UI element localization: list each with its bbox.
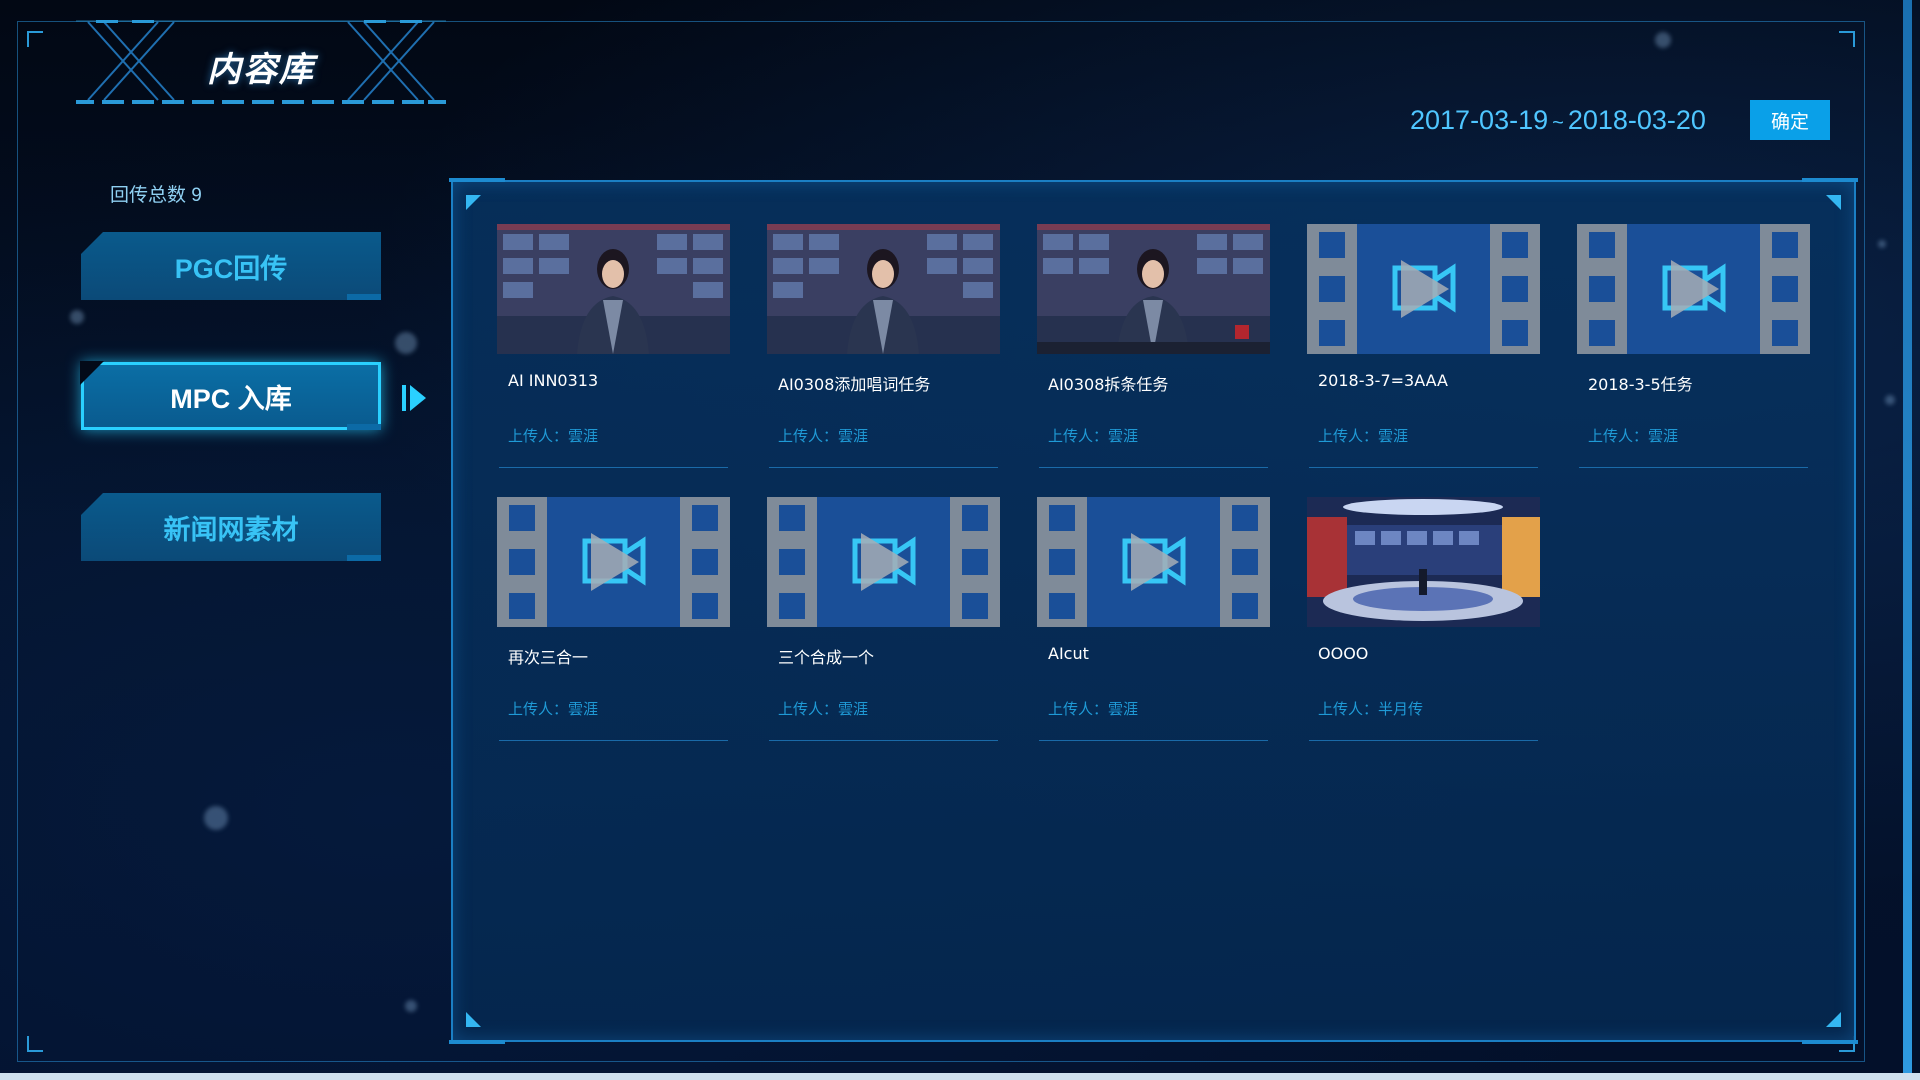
panel-corner-marker	[466, 195, 481, 210]
nav-news-material[interactable]: 新闻网素材	[81, 493, 381, 561]
video-placeholder-icon	[1037, 497, 1270, 627]
content-card[interactable]: AI0308添加唱词任务 上传人：雲涯	[767, 224, 1000, 469]
card-title: 2018-3-5任务	[1588, 375, 1693, 394]
video-placeholder-icon	[497, 497, 730, 627]
thumbnail-image	[1037, 224, 1270, 354]
card-title: AIcut	[1048, 644, 1089, 663]
card-uploader: 上传人：雲涯	[1318, 427, 1409, 445]
bottom-edge	[0, 1073, 1920, 1080]
card-divider	[1309, 467, 1538, 468]
nav-label: MPC 入库	[170, 383, 292, 414]
frame-corner	[27, 1036, 43, 1052]
bg-particle	[1878, 240, 1886, 248]
panel-tab	[449, 1040, 505, 1044]
thumbnail	[1577, 224, 1810, 354]
content-card[interactable]: 2018-3-7=3AAA 上传人：雲涯	[1307, 224, 1540, 469]
card-divider	[1309, 740, 1538, 741]
frame-corner	[1839, 31, 1855, 47]
app-stage: 内容库 2017-03-19 ~2018-03-20 确定 回传总数 9 PGC回…	[0, 0, 1920, 1080]
thumbnail	[1037, 497, 1270, 627]
card-uploader: 上传人：雲涯	[508, 700, 599, 718]
card-uploader: 上传人：雲涯	[1048, 427, 1139, 445]
thumbnail-image	[1307, 497, 1540, 627]
nav-mpc-storage[interactable]: MPC 入库	[81, 362, 381, 430]
card-uploader: 上传人：雲涯	[508, 427, 599, 445]
panel-corner-marker	[1826, 1012, 1841, 1027]
date-start[interactable]: 2017-03-19	[1410, 105, 1548, 135]
video-placeholder-icon	[1577, 224, 1810, 354]
panel-tab	[449, 178, 505, 182]
confirm-button[interactable]: 确定	[1750, 100, 1830, 140]
panel-tab	[1802, 1040, 1858, 1044]
bg-particle	[1885, 395, 1895, 405]
thumbnail	[1307, 224, 1540, 354]
page-title: 内容库	[207, 51, 315, 89]
content-card[interactable]: AI INN0313 上传人：雲涯	[497, 224, 730, 469]
card-uploader: 上传人：雲涯	[1588, 427, 1679, 445]
thumbnail	[497, 224, 730, 354]
card-divider	[1039, 740, 1268, 741]
thumbnail	[1307, 497, 1540, 627]
date-separator: ~	[1552, 112, 1564, 134]
content-card[interactable]: 三个合成一个 上传人：雲涯	[767, 497, 1000, 742]
card-divider	[499, 740, 728, 741]
nav-label: PGC回传	[174, 253, 288, 284]
content-panel: AI INN0313 上传人：雲涯 AI0308添加唱词任务 上传人：雲涯 AI…	[449, 178, 1858, 1044]
content-card[interactable]: AI0308拆条任务 上传人：雲涯	[1037, 224, 1270, 469]
content-card[interactable]: 2018-3-5任务 上传人：雲涯	[1577, 224, 1810, 469]
card-uploader: 上传人：雲涯	[778, 700, 869, 718]
card-divider	[1039, 467, 1268, 468]
thumbnail	[767, 497, 1000, 627]
video-placeholder-icon	[767, 497, 1000, 627]
card-title: 三个合成一个	[778, 648, 875, 667]
card-uploader: 上传人：雲涯	[1048, 700, 1139, 718]
scrollbar-edge	[1903, 0, 1912, 1080]
content-card[interactable]: OOOO 上传人：半月传	[1307, 497, 1540, 742]
thumbnail-image	[767, 224, 1000, 354]
active-arrow-icon	[402, 385, 426, 411]
card-title: 2018-3-7=3AAA	[1318, 371, 1448, 390]
thumbnail	[497, 497, 730, 627]
card-title: AI0308添加唱词任务	[778, 375, 931, 394]
panel-tab	[1802, 178, 1858, 182]
total-count-label: 回传总数 9	[110, 185, 202, 206]
frame-corner	[27, 31, 43, 47]
card-uploader: 上传人：半月传	[1318, 700, 1424, 718]
thumbnail	[767, 224, 1000, 354]
thumbnail	[1037, 224, 1270, 354]
card-divider	[499, 467, 728, 468]
thumbnail-image	[497, 224, 730, 354]
card-title: AI INN0313	[508, 371, 599, 390]
card-divider	[769, 467, 998, 468]
card-uploader: 上传人：雲涯	[778, 427, 869, 445]
content-card[interactable]: AIcut 上传人：雲涯	[1037, 497, 1270, 742]
date-range-picker[interactable]: 2017-03-19 ~2018-03-20	[1410, 102, 1706, 138]
nav-label: 新闻网素材	[163, 514, 299, 545]
card-divider	[769, 740, 998, 741]
panel-corner-marker	[1826, 195, 1841, 210]
card-divider	[1579, 467, 1808, 468]
card-title: AI0308拆条任务	[1048, 375, 1169, 394]
nav-pgc-return[interactable]: PGC回传	[81, 232, 381, 300]
video-placeholder-icon	[1307, 224, 1540, 354]
panel-corner-marker	[466, 1012, 481, 1027]
page-title-block: 内容库	[76, 20, 446, 105]
date-end[interactable]: 2018-03-20	[1568, 105, 1706, 135]
content-card[interactable]: 再次三合一 上传人：雲涯	[497, 497, 730, 742]
card-title: OOOO	[1318, 644, 1369, 663]
card-title: 再次三合一	[508, 648, 589, 667]
